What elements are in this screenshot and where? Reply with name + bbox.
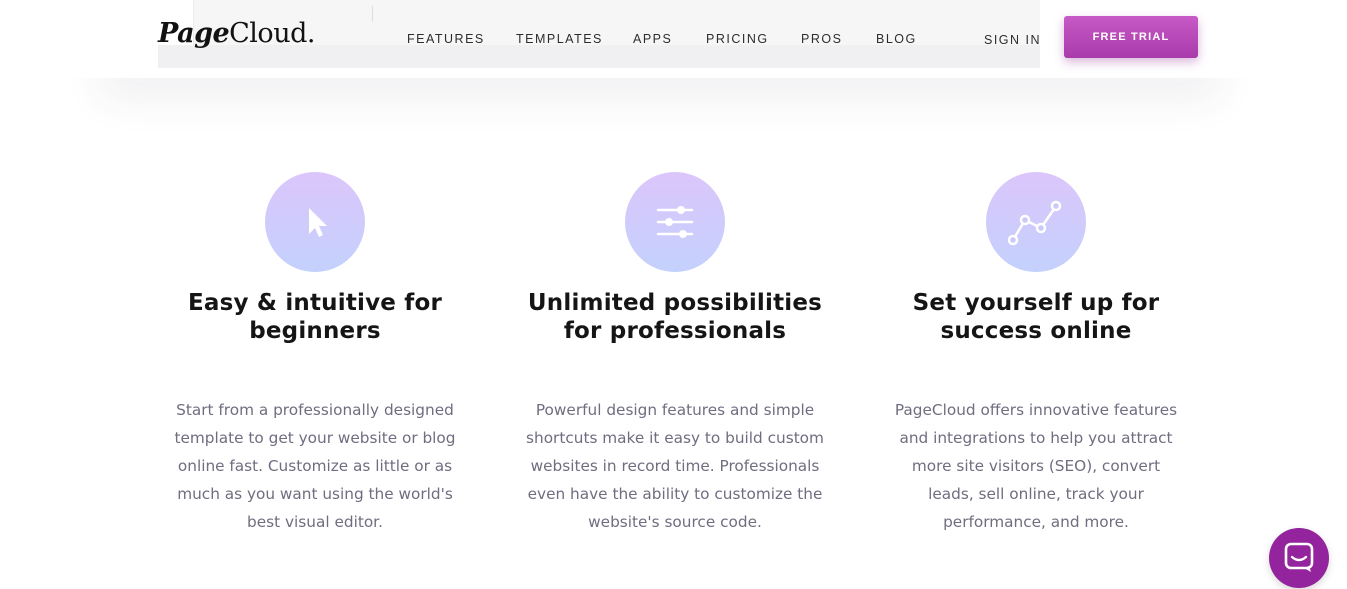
feature-description-line: online fast. Customize as little or as xyxy=(177,457,453,475)
sliders-icon xyxy=(656,206,694,238)
nav-apps[interactable]: APPS xyxy=(633,32,672,46)
feature-title: Unlimited possibilities for professional… xyxy=(495,289,855,345)
feature-description-line: Start from a professionally designed xyxy=(176,401,454,419)
feature-description-line: shortcuts make it easy to build custom xyxy=(526,429,824,447)
feature-professionals: Unlimited possibilities for professional… xyxy=(495,172,855,536)
cursor-arrow-icon xyxy=(309,208,327,237)
free-trial-button[interactable]: FREE TRIAL xyxy=(1064,16,1198,58)
feature-title-line: Unlimited possibilities xyxy=(527,290,823,316)
feature-title: Easy & intuitive for beginners xyxy=(135,289,495,345)
feature-description-line: best visual editor. xyxy=(247,513,383,531)
preview-divider xyxy=(372,6,373,22)
site-header: PageCloud. FEATURES TEMPLATES APPS PRICI… xyxy=(0,0,1347,78)
feature-icon-circle xyxy=(986,172,1086,272)
feature-title-line: success online xyxy=(940,318,1132,344)
feature-title: Set yourself up for success online xyxy=(856,289,1216,345)
feature-beginners: Easy & intuitive for beginners Start fro… xyxy=(135,172,495,536)
feature-title-line: for professionals xyxy=(563,318,787,344)
feature-description-line: much as you want using the world's xyxy=(177,485,453,503)
feature-icon-circle xyxy=(265,172,365,272)
feature-description-line: even have the ability to customize the xyxy=(527,485,823,503)
feature-description: Start from a professionally designed tem… xyxy=(155,396,475,536)
nav-features[interactable]: FEATURES xyxy=(407,32,485,46)
feature-description-line: websites in record time. Professionals xyxy=(530,457,820,475)
feature-description-line: template to get your website or blog xyxy=(174,429,456,447)
feature-description-line: performance, and more. xyxy=(943,513,1129,531)
nav-pros[interactable]: PROS xyxy=(801,32,842,46)
chat-launcher-button[interactable] xyxy=(1269,528,1329,588)
feature-title-line: Easy & intuitive for xyxy=(187,290,443,316)
feature-title-line: beginners xyxy=(249,318,381,344)
nav-pricing[interactable]: PRICING xyxy=(706,32,769,46)
feature-description-line: PageCloud offers innovative features xyxy=(894,401,1178,419)
feature-description-line: website's source code. xyxy=(588,513,762,531)
feature-description-line: more site visitors (SEO), convert xyxy=(911,457,1161,475)
feature-description-line: Powerful design features and simple xyxy=(535,401,815,419)
feature-icon-circle xyxy=(625,172,725,272)
chat-bubble-icon xyxy=(1284,542,1314,572)
feature-description-line: leads, sell online, track your xyxy=(928,485,1144,503)
feature-description-line: and integrations to help you attract xyxy=(899,429,1173,447)
nav-blog[interactable]: BLOG xyxy=(876,32,917,46)
feature-success-online: Set yourself up for success online PageC… xyxy=(856,172,1216,536)
feature-description: PageCloud offers innovative features and… xyxy=(876,396,1196,536)
sign-in-link[interactable]: SIGN IN xyxy=(984,33,1041,47)
nav-templates[interactable]: TEMPLATES xyxy=(516,32,603,46)
feature-description: Powerful design features and simple shor… xyxy=(515,396,835,536)
page: PageCloud. FEATURES TEMPLATES APPS PRICI… xyxy=(0,0,1347,589)
feature-title-line: Set yourself up for xyxy=(912,290,1160,316)
line-chart-icon xyxy=(1008,200,1062,246)
